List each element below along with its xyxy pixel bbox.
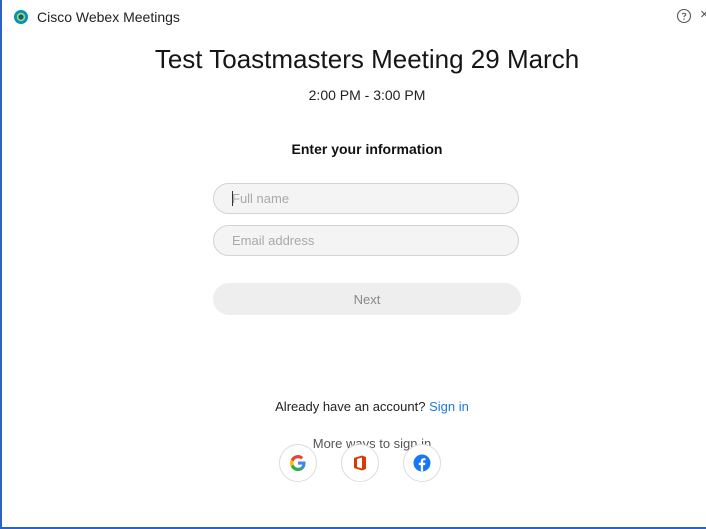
office-icon bbox=[354, 455, 366, 471]
close-icon[interactable]: × bbox=[700, 5, 706, 25]
google-icon bbox=[290, 455, 306, 471]
account-prompt-line: Already have an account? Sign in bbox=[2, 399, 706, 414]
webex-logo-icon bbox=[14, 10, 28, 24]
title-bar: Cisco Webex Meetings × bbox=[2, 0, 706, 36]
full-name-input[interactable] bbox=[213, 183, 519, 214]
meeting-title: Test Toastmasters Meeting 29 March bbox=[154, 44, 580, 74]
app-title: Cisco Webex Meetings bbox=[37, 9, 180, 25]
account-prompt: Already have an account? bbox=[275, 399, 426, 414]
webex-window: Cisco Webex Meetings × Test Toastmasters… bbox=[0, 0, 706, 529]
help-circle-icon[interactable] bbox=[676, 8, 692, 24]
next-button[interactable]: Next bbox=[213, 283, 521, 315]
meeting-time: 2:00 PM - 3:00 PM bbox=[308, 87, 426, 103]
form-heading: Enter your information bbox=[291, 141, 443, 157]
facebook-sign-in-button[interactable] bbox=[403, 444, 441, 482]
sign-in-link[interactable]: Sign in bbox=[429, 399, 469, 414]
facebook-icon bbox=[413, 454, 431, 472]
email-input[interactable] bbox=[213, 225, 519, 256]
office-sign-in-button[interactable] bbox=[341, 444, 379, 482]
google-sign-in-button[interactable] bbox=[279, 444, 317, 482]
text-caret bbox=[232, 191, 233, 206]
